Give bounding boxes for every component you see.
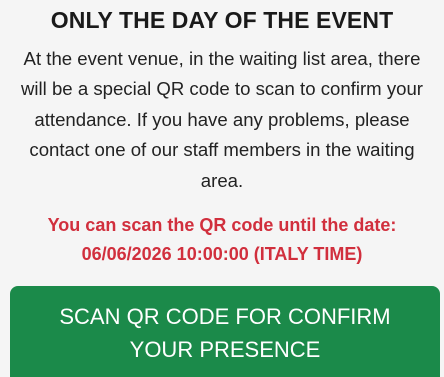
page-title: ONLY THE DAY OF THE EVENT [50,7,394,33]
scan-button-label-line1: SCAN QR CODE FOR CONFIRM [59,304,391,329]
event-attendance-panel: ONLY THE DAY OF THE EVENT At the event v… [0,0,444,377]
deadline-label: You can scan the QR code until the date: [47,215,397,235]
scan-deadline-notice: You can scan the QR code until the date:… [0,211,444,269]
deadline-datetime: 06/06/2026 10:00:00 (ITALY TIME) [81,244,363,264]
instructions-text: At the event venue, in the waiting list … [20,48,423,191]
scan-button-label-line2: YOUR PRESENCE [129,337,321,362]
scan-qr-code-button[interactable]: SCAN QR CODE FOR CONFIRM YOUR PRESENCE [10,286,440,377]
